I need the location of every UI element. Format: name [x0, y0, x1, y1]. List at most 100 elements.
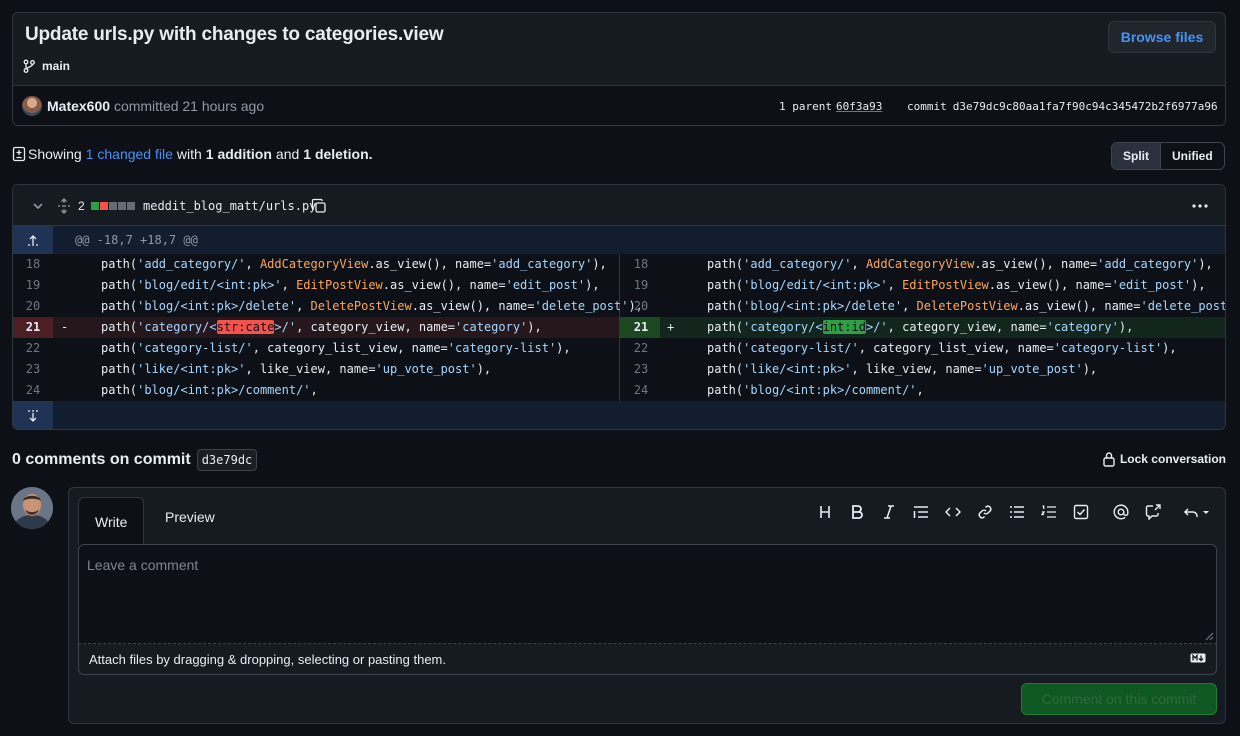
code-line-left: path('like/<int:pk>', like_view, name='u… [101, 362, 492, 376]
markdown-icon[interactable] [1190, 653, 1206, 663]
file-diff: 2 meddit_blog_matt/urls.py @@ -18,7 +18,… [12, 184, 1226, 430]
parent-label: 1 parent [779, 100, 832, 113]
line-number-right[interactable]: 19 [621, 275, 661, 296]
diff-row: 20 path('blog/<int:pk>/delete', DeletePos… [13, 296, 1225, 317]
kebab-menu-icon[interactable] [1191, 185, 1209, 226]
diff-view-toggle: Split Unified [1111, 142, 1225, 170]
line-number-left[interactable]: 24 [13, 380, 53, 401]
heading-icon[interactable] [809, 500, 841, 524]
line-number-right[interactable]: 20 [621, 296, 661, 317]
parent-sha-link[interactable]: 60f3a93 [836, 100, 882, 113]
branch-name: main [42, 59, 71, 73]
line-number-left[interactable]: 19 [13, 275, 53, 296]
author-link[interactable]: Matex600 [47, 98, 110, 114]
code-line-left: path('category/<str:cate>/', category_vi… [101, 320, 542, 334]
expand-footer [13, 401, 1225, 429]
code-line-right: path('blog/edit/<int:pk>', EditPostView.… [707, 278, 1206, 292]
line-number-right[interactable]: 24 [621, 380, 661, 401]
unordered-list-icon[interactable] [1001, 500, 1033, 524]
additions-count: 1 addition [205, 146, 272, 162]
line-number-right[interactable]: 18 [621, 254, 661, 275]
diff-sign-left: - [61, 320, 69, 334]
task-list-icon[interactable] [1065, 500, 1097, 524]
comment-submit-button[interactable]: Comment on this commit [1021, 683, 1217, 715]
line-number-left[interactable]: 21 [13, 317, 53, 338]
collapse-chevron-icon[interactable] [31, 185, 45, 226]
copy-path-icon[interactable] [311, 185, 327, 226]
diffstat [91, 185, 135, 226]
diff-rows: 18 path('add_category/', AddCategoryView.… [13, 254, 1225, 401]
line-number-left[interactable]: 18 [13, 254, 53, 275]
italic-icon[interactable] [873, 500, 905, 524]
ordered-list-icon[interactable] [1033, 500, 1065, 524]
branch-indicator[interactable]: main [23, 59, 70, 73]
line-number-right[interactable]: 23 [621, 359, 661, 380]
author-avatar[interactable] [22, 96, 42, 116]
link-icon[interactable] [969, 500, 1001, 524]
tab-preview[interactable]: Preview [149, 497, 231, 537]
diff-row: 19 path('blog/edit/<int:pk>', EditPostVie… [13, 275, 1225, 296]
cross-reference-icon[interactable] [1137, 500, 1169, 524]
commit-meta: Matex600 committed 21 hours ago 1 parent… [13, 85, 1225, 125]
expand-down-icon[interactable] [13, 401, 53, 429]
code-icon[interactable] [937, 500, 969, 524]
code-line-right: path('blog/<int:pk>/comment/', [707, 383, 924, 397]
unified-view-button[interactable]: Unified [1161, 143, 1224, 169]
line-number-right[interactable]: 21 [621, 317, 661, 338]
comments-count: 0 comments on commit [12, 451, 191, 468]
line-number-left[interactable]: 20 [13, 296, 53, 317]
diff-row: 22 path('category-list/', category_list_v… [13, 338, 1225, 359]
parent-info: 1 parent 60f3a93 [779, 100, 882, 113]
code-line-right: path('blog/<int:pk>/delete', DeletePostV… [707, 299, 1226, 313]
resize-handle-icon[interactable] [1204, 631, 1214, 641]
browse-files-button[interactable]: Browse files [1108, 21, 1216, 53]
diff-row: 18 path('add_category/', AddCategoryView.… [13, 254, 1225, 275]
split-view-button[interactable]: Split [1112, 143, 1161, 169]
showing-label: Showing [28, 146, 82, 162]
lock-icon [1102, 451, 1116, 467]
tab-write[interactable]: Write [78, 497, 145, 545]
comment-editor: Write Preview Leave a comment Attach fil… [68, 487, 1226, 724]
file-diff-icon [12, 146, 26, 162]
undo-icon[interactable] [1177, 500, 1217, 524]
diff-row: 24 path('blog/<int:pk>/comment/', 24 path('… [13, 380, 1225, 401]
bold-icon[interactable] [841, 500, 873, 524]
quote-icon[interactable] [905, 500, 937, 524]
deletions-count: 1 deletion. [303, 146, 373, 162]
lock-conversation-button[interactable]: Lock conversation [1102, 451, 1226, 467]
code-line-left: path('blog/<int:pk>/comment/', [101, 383, 318, 397]
code-line-left: path('add_category/', AddCategoryView.as… [101, 257, 607, 271]
markdown-toolbar [809, 500, 1217, 524]
file-attachment-bar[interactable]: Attach files by dragging & dropping, sel… [78, 644, 1217, 675]
commit-author-line: Matex600 committed 21 hours ago [47, 98, 264, 114]
changed-files-link[interactable]: 1 changed file [86, 146, 173, 162]
user-avatar[interactable] [11, 487, 53, 529]
diff-summary: Showing 1 changed file with 1 addition a… [12, 146, 377, 162]
hunk-range: @@ -18,7 +18,7 @@ [75, 233, 198, 247]
diff-row: 21- path('category/<str:cate>/', category… [13, 317, 1225, 338]
comment-textarea[interactable]: Leave a comment [78, 544, 1217, 644]
code-line-right: path('category/<int:id>/', category_view… [707, 320, 1134, 334]
file-path[interactable]: meddit_blog_matt/urls.py [143, 185, 316, 226]
line-number-left[interactable]: 22 [13, 338, 53, 359]
comment-placeholder: Leave a comment [87, 557, 199, 573]
code-line-right: path('add_category/', AddCategoryView.as… [707, 257, 1213, 271]
expand-up-icon[interactable] [13, 226, 53, 254]
commit-sha-badge: d3e79dc [196, 449, 258, 471]
commit-label: commit [907, 100, 947, 113]
line-number-right[interactable]: 22 [621, 338, 661, 359]
attach-text: Attach files by dragging & dropping, sel… [89, 652, 446, 667]
code-line-right: path('like/<int:pk>', like_view, name='u… [707, 362, 1098, 376]
changes-count: 2 [78, 198, 85, 213]
code-line-left: path('blog/edit/<int:pk>', EditPostView.… [101, 278, 600, 292]
mention-icon[interactable] [1105, 500, 1137, 524]
committed-time: committed 21 hours ago [113, 98, 265, 114]
code-line-left: path('category-list/', category_list_vie… [101, 341, 571, 355]
diff-row: 23 path('like/<int:pk>', like_view, name=… [13, 359, 1225, 380]
line-number-left[interactable]: 23 [13, 359, 53, 380]
diff-sign-right: + [667, 320, 675, 334]
with-label: with [176, 146, 202, 162]
lock-label: Lock conversation [1119, 452, 1226, 466]
git-branch-icon [23, 59, 35, 73]
expand-all-icon[interactable] [57, 185, 71, 226]
